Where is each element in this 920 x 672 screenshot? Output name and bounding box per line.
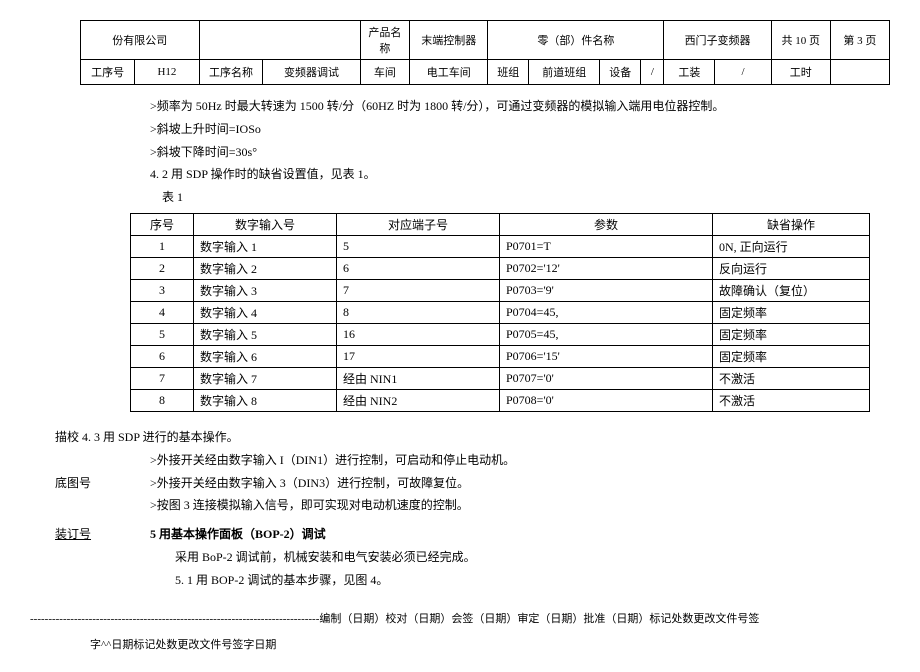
table-row: 1数字输入 15P0701=T0N, 正向运行 xyxy=(131,235,870,257)
left-label-ditu: 底图号 xyxy=(55,472,91,495)
b3: >按图 3 连接模拟输入信号，即可实现对电动机速度的控制。 xyxy=(150,494,890,517)
prod-name-label: 产品名称 xyxy=(360,21,410,60)
pages-total: 共 10 页 xyxy=(771,21,830,60)
th-param: 参数 xyxy=(500,213,713,235)
workshop-label: 车间 xyxy=(360,60,410,85)
section-5-title: 5 用基本操作面板（BOP-2）调试 xyxy=(150,527,326,541)
team: 前道班组 xyxy=(529,60,600,84)
equip: / xyxy=(641,60,664,84)
s1: 采用 BoP-2 调试前，机械安装和电气安装必须已经完成。 xyxy=(175,546,890,569)
line-5: 表 1 xyxy=(162,186,890,209)
header-table: 份有限公司 产品名称 末端控制器 零（部）件名称 西门子变频器 共 10 页 第… xyxy=(80,20,890,85)
page-current: 第 3 页 xyxy=(830,21,889,60)
tool-label: 工装 xyxy=(664,60,715,84)
table-row: 5数字输入 516P0705=45,固定频率 xyxy=(131,323,870,345)
part-name-label: 零（部）件名称 xyxy=(488,21,664,60)
hours-label: 工时 xyxy=(771,60,830,85)
b1: >外接开关经由数字输入 I（DIN1）进行控制，可启动和停止电动机。 xyxy=(150,449,890,472)
b2: >外接开关经由数字输入 3（DIN3）进行控制，可故障复位。 xyxy=(150,472,890,495)
prod-name: 末端控制器 xyxy=(410,21,488,60)
line-4: 4. 2 用 SDP 操作时的缺省设置值，见表 1。 xyxy=(150,163,890,186)
tool: / xyxy=(715,60,771,84)
th-term: 对应端子号 xyxy=(337,213,500,235)
line-3: >斜坡下降时间=30s° xyxy=(150,141,890,164)
workshop: 电工车间 xyxy=(410,60,488,85)
proc-no: H12 xyxy=(135,60,199,85)
dash-line: ----------------------------------------… xyxy=(30,610,890,626)
table-1: 序号 数字输入号 对应端子号 参数 缺省操作 1数字输入 15P0701=T0N… xyxy=(130,213,870,412)
footer-line: 字^^日期标记处数更改文件号签字日期 xyxy=(90,636,890,652)
table-row: 7数字输入 7经由 NIN1P0707='0'不激活 xyxy=(131,367,870,389)
th-no: 序号 xyxy=(131,213,194,235)
team-label: 班组 xyxy=(488,60,529,84)
s2: 5. 1 用 BOP-2 调试的基本步骤，见图 4。 xyxy=(175,569,890,592)
hours xyxy=(830,60,889,85)
proc-name-label: 工序名称 xyxy=(199,60,263,85)
left-label-bind: 装订号 xyxy=(55,523,91,546)
th-op: 缺省操作 xyxy=(713,213,870,235)
line-2: >斜坡上升时间=IOSo xyxy=(150,118,890,141)
proc-name: 变频器调试 xyxy=(263,60,360,85)
company-cell: 份有限公司 xyxy=(81,21,200,60)
table-row: 3数字输入 37P0703='9'故障确认（复位） xyxy=(131,279,870,301)
table-row: 8数字输入 8经由 NIN2P0708='0'不激活 xyxy=(131,389,870,411)
proc-no-label: 工序号 xyxy=(81,60,135,85)
table-row: 4数字输入 48P0704=45,固定频率 xyxy=(131,301,870,323)
table-row: 6数字输入 617P0706='15'固定频率 xyxy=(131,345,870,367)
desc-43: 描校 4. 3 用 SDP 进行的基本操作。 xyxy=(55,426,890,449)
part-name: 西门子变频器 xyxy=(664,21,771,60)
table-row: 2数字输入 26P0702='12'反向运行 xyxy=(131,257,870,279)
body-text: >频率为 50Hz 时最大转速为 1500 转/分（60HZ 时为 1800 转… xyxy=(150,95,890,209)
th-din: 数字输入号 xyxy=(194,213,337,235)
equip-label: 设备 xyxy=(600,60,641,84)
line-1: >频率为 50Hz 时最大转速为 1500 转/分（60HZ 时为 1800 转… xyxy=(150,95,890,118)
